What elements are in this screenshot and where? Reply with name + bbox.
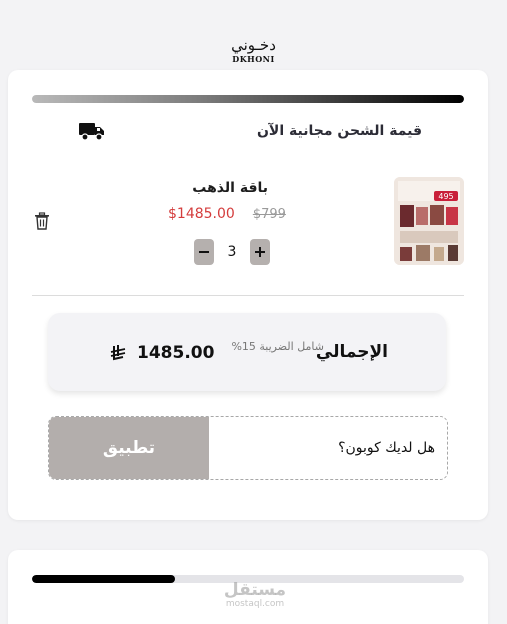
order-total-box: الإجمالي شامل الضريبة 15% 1485.00	[48, 313, 446, 391]
brand-name-english: DKHONI	[232, 54, 275, 64]
increase-quantity-button[interactable]	[250, 239, 270, 265]
divider	[32, 295, 464, 296]
watermark-english: mostaql.com	[225, 599, 285, 609]
truck-icon	[79, 123, 104, 141]
coupon-form: تطبيق	[48, 416, 448, 480]
decrease-quantity-button[interactable]	[194, 239, 214, 265]
product-name[interactable]: باقة الذهب	[148, 180, 268, 196]
cart-card: قيمة الشحن مجانية الآن 495 باقة الذهب $1…	[8, 70, 488, 520]
shipping-progress-bar	[32, 95, 464, 103]
product-prices: $1485.00 $799	[168, 206, 294, 222]
watermark: مستقل mostaql.com	[222, 581, 288, 609]
shipping-status: قيمة الشحن مجانية الآن	[32, 118, 422, 144]
minus-icon	[199, 251, 209, 253]
watermark-arabic: مستقل	[223, 580, 287, 600]
cart-item: 495 باقة الذهب $1485.00 $799 3	[8, 170, 488, 280]
coupon-input[interactable]	[209, 417, 447, 479]
shipping-message: قيمة الشحن مجانية الآن	[256, 123, 422, 139]
card2-progress-fill	[32, 575, 175, 583]
price-original: $799	[252, 206, 286, 222]
product-thumbnail-art: 495	[394, 177, 464, 265]
thumb-badge: 495	[438, 192, 453, 201]
trash-icon[interactable]	[34, 212, 50, 230]
product-image[interactable]: 495	[394, 177, 464, 265]
price-current: $1485.00	[168, 206, 235, 222]
total-amount: 1485.00	[109, 343, 214, 363]
plus-icon	[255, 247, 265, 257]
total-label: الإجمالي	[315, 342, 388, 362]
brand-name-arabic: دخـوني	[231, 36, 276, 54]
apply-coupon-button[interactable]: تطبيق	[49, 417, 209, 479]
total-value: 1485.00	[137, 343, 215, 363]
riyal-icon	[110, 345, 126, 361]
tax-note: شامل الضريبة 15%	[231, 340, 324, 353]
quantity-value: 3	[227, 244, 237, 260]
quantity-stepper: 3	[194, 239, 270, 265]
shipping-progress-fill	[32, 95, 464, 103]
brand-logo[interactable]: دخـوني DKHONI	[0, 36, 507, 68]
